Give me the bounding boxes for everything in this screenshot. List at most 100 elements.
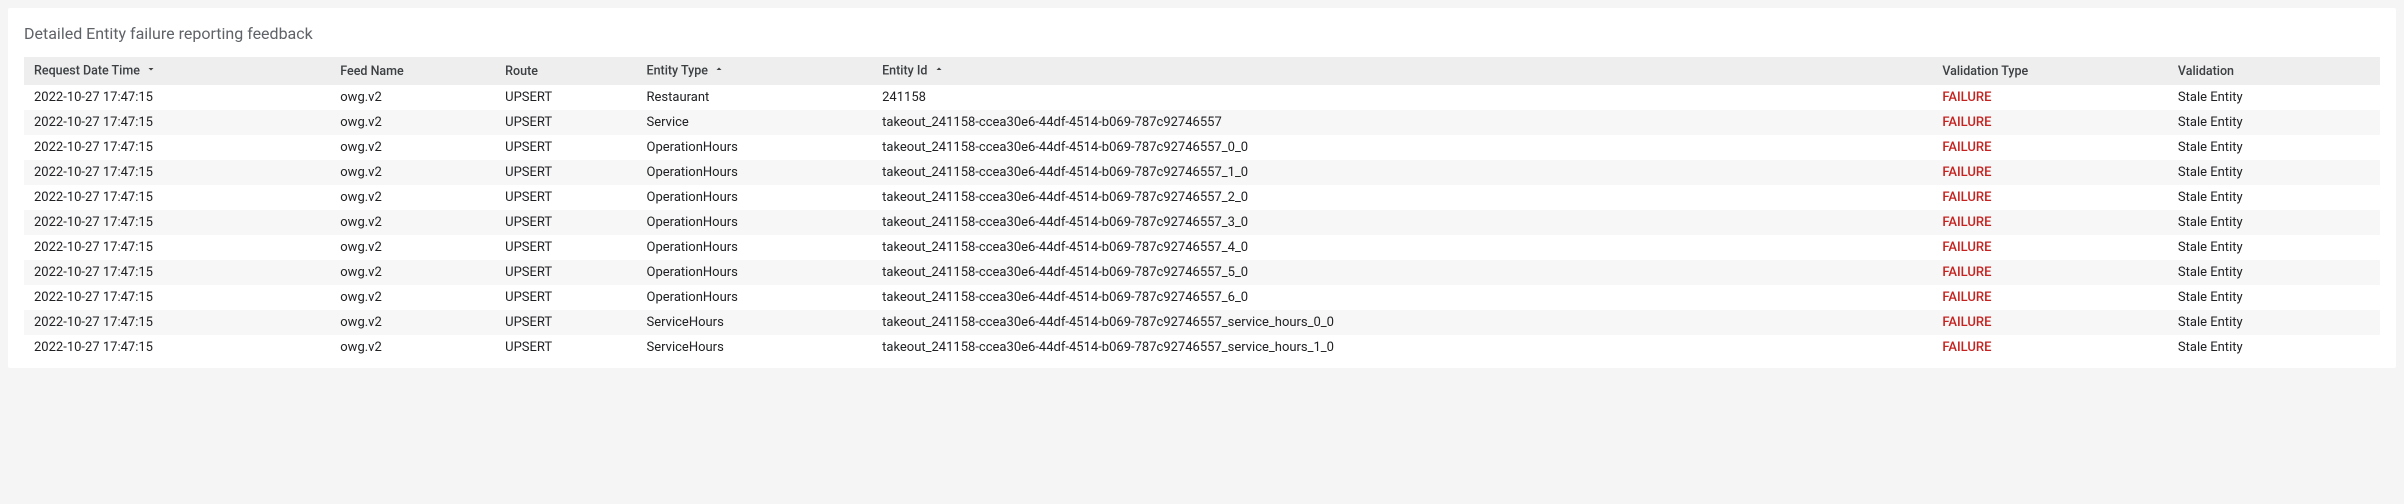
header-label: Validation	[2178, 64, 2234, 79]
column-header-request-date-time[interactable]: Request Date Time	[24, 57, 330, 85]
column-header-feed-name[interactable]: Feed Name	[330, 57, 495, 85]
cell-validation-type: FAILURE	[1932, 310, 2168, 335]
cell-validation-type: FAILURE	[1932, 210, 2168, 235]
cell-validation-type: FAILURE	[1932, 85, 2168, 110]
cell-entity-type: Service	[637, 110, 873, 135]
table-row: 2022-10-27 17:47:15owg.v2UPSERTOperation…	[24, 210, 2380, 235]
table-row: 2022-10-27 17:47:15owg.v2UPSERTOperation…	[24, 285, 2380, 310]
cell-feed-name: owg.v2	[330, 160, 495, 185]
cell-feed-name: owg.v2	[330, 335, 495, 360]
column-header-route[interactable]: Route	[495, 57, 636, 85]
cell-validation-type: FAILURE	[1932, 285, 2168, 310]
column-header-validation-type[interactable]: Validation Type	[1932, 57, 2168, 85]
cell-entity-id: takeout_241158-ccea30e6-44df-4514-b069-7…	[872, 160, 1932, 185]
cell-validation: Stale Entity	[2168, 85, 2380, 110]
cell-entity-type: ServiceHours	[637, 335, 873, 360]
sort-desc-icon	[145, 63, 157, 79]
cell-route: UPSERT	[495, 260, 636, 285]
cell-request-date-time: 2022-10-27 17:47:15	[24, 310, 330, 335]
cell-route: UPSERT	[495, 210, 636, 235]
cell-entity-id: takeout_241158-ccea30e6-44df-4514-b069-7…	[872, 285, 1932, 310]
cell-entity-type: ServiceHours	[637, 310, 873, 335]
cell-feed-name: owg.v2	[330, 235, 495, 260]
cell-validation: Stale Entity	[2168, 210, 2380, 235]
cell-route: UPSERT	[495, 235, 636, 260]
cell-entity-id: takeout_241158-ccea30e6-44df-4514-b069-7…	[872, 185, 1932, 210]
cell-validation: Stale Entity	[2168, 310, 2380, 335]
cell-route: UPSERT	[495, 110, 636, 135]
cell-entity-type: OperationHours	[637, 135, 873, 160]
table-row: 2022-10-27 17:47:15owg.v2UPSERTOperation…	[24, 260, 2380, 285]
column-header-entity-id[interactable]: Entity Id	[872, 57, 1932, 85]
cell-entity-type: OperationHours	[637, 260, 873, 285]
header-label: Feed Name	[340, 64, 404, 79]
cell-entity-id: takeout_241158-ccea30e6-44df-4514-b069-7…	[872, 210, 1932, 235]
header-label: Entity Id	[882, 63, 927, 78]
header-label: Validation Type	[1942, 64, 2028, 79]
cell-validation: Stale Entity	[2168, 160, 2380, 185]
cell-entity-id: takeout_241158-ccea30e6-44df-4514-b069-7…	[872, 335, 1932, 360]
table-row: 2022-10-27 17:47:15owg.v2UPSERTOperation…	[24, 185, 2380, 210]
cell-validation-type: FAILURE	[1932, 260, 2168, 285]
cell-validation-type: FAILURE	[1932, 335, 2168, 360]
cell-validation-type: FAILURE	[1932, 185, 2168, 210]
cell-request-date-time: 2022-10-27 17:47:15	[24, 235, 330, 260]
cell-request-date-time: 2022-10-27 17:47:15	[24, 285, 330, 310]
cell-route: UPSERT	[495, 185, 636, 210]
cell-route: UPSERT	[495, 85, 636, 110]
cell-entity-type: OperationHours	[637, 235, 873, 260]
cell-entity-type: OperationHours	[637, 210, 873, 235]
cell-validation: Stale Entity	[2168, 335, 2380, 360]
header-label: Request Date Time	[34, 63, 140, 78]
column-header-validation[interactable]: Validation	[2168, 57, 2380, 85]
cell-entity-type: Restaurant	[637, 85, 873, 110]
cell-feed-name: owg.v2	[330, 85, 495, 110]
cell-entity-id: takeout_241158-ccea30e6-44df-4514-b069-7…	[872, 235, 1932, 260]
cell-validation-type: FAILURE	[1932, 135, 2168, 160]
cell-validation: Stale Entity	[2168, 135, 2380, 160]
cell-route: UPSERT	[495, 135, 636, 160]
cell-request-date-time: 2022-10-27 17:47:15	[24, 85, 330, 110]
cell-request-date-time: 2022-10-27 17:47:15	[24, 160, 330, 185]
cell-request-date-time: 2022-10-27 17:47:15	[24, 260, 330, 285]
cell-entity-id: 241158	[872, 85, 1932, 110]
cell-feed-name: owg.v2	[330, 185, 495, 210]
cell-feed-name: owg.v2	[330, 285, 495, 310]
cell-validation: Stale Entity	[2168, 260, 2380, 285]
table-row: 2022-10-27 17:47:15owg.v2UPSERTRestauran…	[24, 85, 2380, 110]
header-label: Route	[505, 64, 538, 79]
header-label: Entity Type	[647, 63, 708, 78]
cell-feed-name: owg.v2	[330, 135, 495, 160]
panel-title: Detailed Entity failure reporting feedba…	[24, 24, 2380, 43]
cell-request-date-time: 2022-10-27 17:47:15	[24, 185, 330, 210]
cell-feed-name: owg.v2	[330, 310, 495, 335]
table-row: 2022-10-27 17:47:15owg.v2UPSERTOperation…	[24, 160, 2380, 185]
cell-request-date-time: 2022-10-27 17:47:15	[24, 335, 330, 360]
cell-entity-id: takeout_241158-ccea30e6-44df-4514-b069-7…	[872, 135, 1932, 160]
sort-asc-icon	[713, 63, 725, 79]
failure-report-panel: Detailed Entity failure reporting feedba…	[8, 8, 2396, 368]
cell-validation-type: FAILURE	[1932, 235, 2168, 260]
column-header-entity-type[interactable]: Entity Type	[637, 57, 873, 85]
cell-route: UPSERT	[495, 310, 636, 335]
cell-feed-name: owg.v2	[330, 210, 495, 235]
cell-entity-id: takeout_241158-ccea30e6-44df-4514-b069-7…	[872, 110, 1932, 135]
cell-validation: Stale Entity	[2168, 285, 2380, 310]
table-row: 2022-10-27 17:47:15owg.v2UPSERTOperation…	[24, 135, 2380, 160]
cell-feed-name: owg.v2	[330, 110, 495, 135]
cell-entity-id: takeout_241158-ccea30e6-44df-4514-b069-7…	[872, 260, 1932, 285]
table-row: 2022-10-27 17:47:15owg.v2UPSERTOperation…	[24, 235, 2380, 260]
cell-route: UPSERT	[495, 160, 636, 185]
cell-request-date-time: 2022-10-27 17:47:15	[24, 210, 330, 235]
table-row: 2022-10-27 17:47:15owg.v2UPSERTServiceHo…	[24, 335, 2380, 360]
table-body: 2022-10-27 17:47:15owg.v2UPSERTRestauran…	[24, 85, 2380, 360]
cell-validation: Stale Entity	[2168, 110, 2380, 135]
cell-entity-type: OperationHours	[637, 160, 873, 185]
cell-entity-type: OperationHours	[637, 185, 873, 210]
cell-validation-type: FAILURE	[1932, 160, 2168, 185]
cell-route: UPSERT	[495, 335, 636, 360]
cell-validation: Stale Entity	[2168, 235, 2380, 260]
cell-route: UPSERT	[495, 285, 636, 310]
failure-table: Request Date Time Feed Name Route Entity…	[24, 57, 2380, 360]
cell-request-date-time: 2022-10-27 17:47:15	[24, 110, 330, 135]
